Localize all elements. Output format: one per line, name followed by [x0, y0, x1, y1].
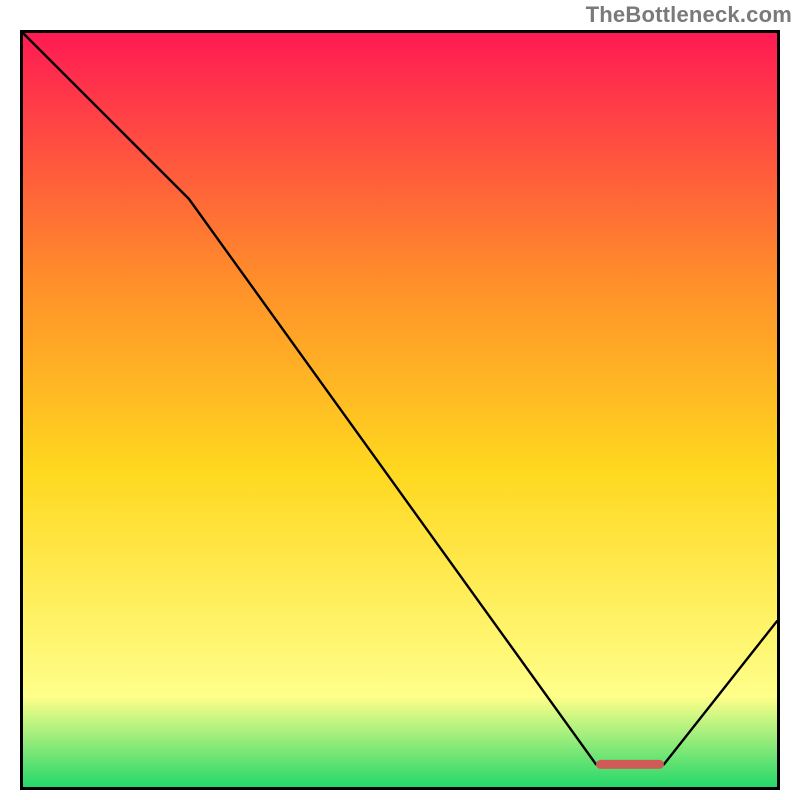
optimal-range-marker	[596, 760, 664, 769]
plot-svg	[23, 33, 777, 787]
watermark-text: TheBottleneck.com	[586, 2, 792, 28]
plot-area	[20, 30, 780, 790]
chart-root: TheBottleneck.com	[0, 0, 800, 800]
